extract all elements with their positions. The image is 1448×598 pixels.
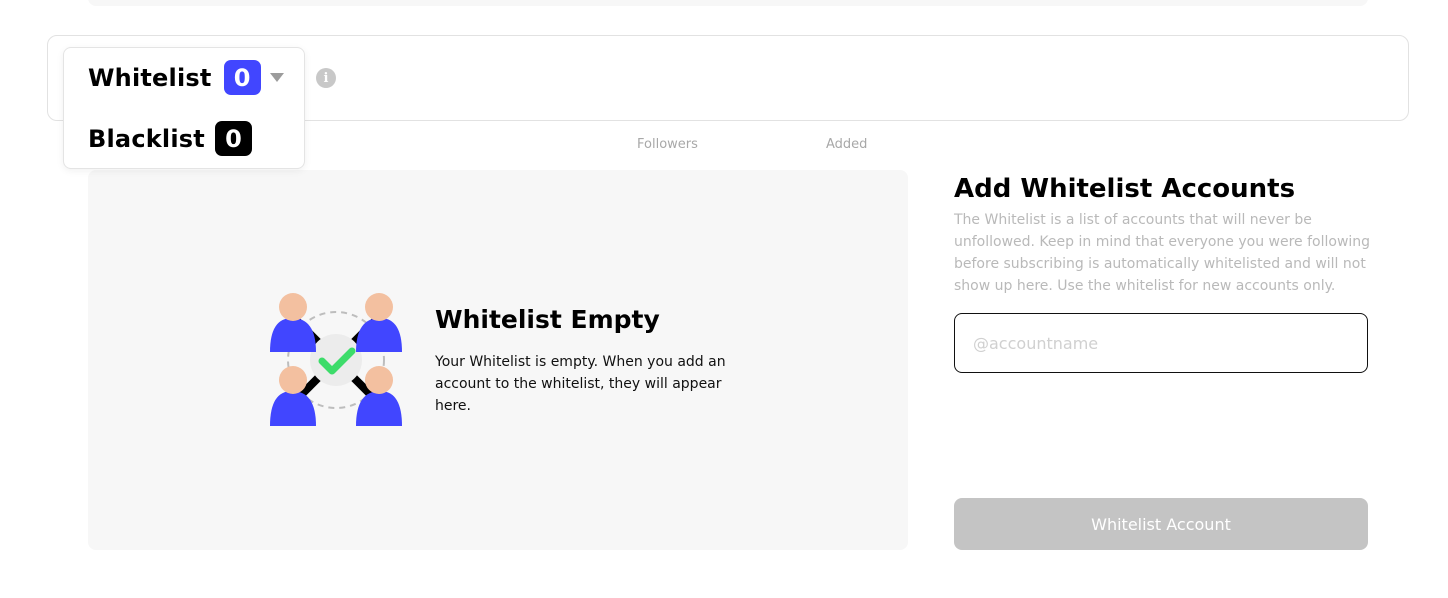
info-icon[interactable]: i: [316, 68, 336, 88]
list-type-dropdown[interactable]: Whitelist 0 Blacklist 0: [63, 47, 305, 169]
account-name-input[interactable]: [954, 313, 1368, 373]
network-check-illustration: [270, 293, 402, 426]
dropdown-option-whitelist[interactable]: Whitelist 0: [88, 60, 284, 95]
top-panel-edge: [88, 0, 1368, 6]
dropdown-option-blacklist[interactable]: Blacklist 0: [88, 121, 252, 156]
chevron-down-icon[interactable]: [269, 73, 284, 82]
whitelist-label: Whitelist: [88, 63, 212, 92]
blacklist-label: Blacklist: [88, 124, 205, 153]
empty-state-text: Your Whitelist is empty. When you add an…: [435, 354, 726, 414]
empty-state-title: Whitelist Empty: [435, 305, 660, 334]
whitelist-count-badge: 0: [223, 60, 261, 95]
add-accounts-title: Add Whitelist Accounts: [954, 174, 1296, 204]
add-accounts-description: The Whitelist is a list of accounts that…: [954, 212, 1371, 294]
person-icon: [270, 366, 316, 426]
whitelist-account-button[interactable]: Whitelist Account: [954, 498, 1368, 550]
person-icon: [356, 293, 402, 352]
person-icon: [356, 366, 402, 426]
column-header-followers[interactable]: Followers: [637, 137, 698, 152]
person-icon: [270, 293, 316, 352]
blacklist-count-badge: 0: [214, 121, 252, 156]
column-header-added[interactable]: Added: [826, 137, 867, 152]
